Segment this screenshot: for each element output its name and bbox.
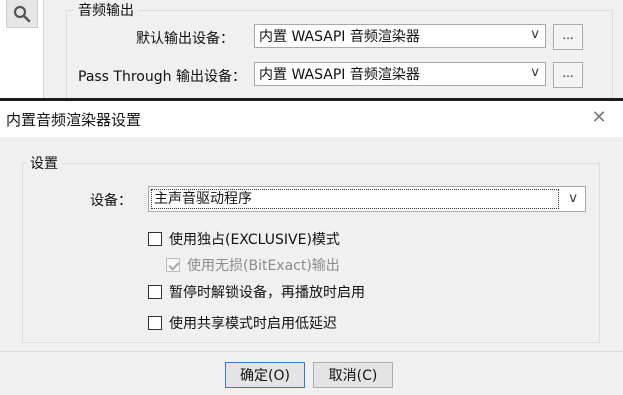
exclusive-mode-checkbox[interactable]: 使用独占(EXCLUSIVE)模式 [148, 229, 340, 249]
settings-group-title: 设置 [26, 153, 62, 173]
low-latency-checkbox[interactable]: 使用共享模式时启用低延迟 [148, 313, 337, 333]
device-select[interactable]: 主声音驱动程序 v [148, 186, 586, 212]
passthrough-output-label: Pass Through 输出设备： [78, 69, 246, 85]
close-icon[interactable]: ✕ [589, 107, 609, 129]
checkbox-box[interactable] [148, 316, 162, 330]
chevron-down-icon: v [531, 27, 539, 42]
audio-output-group-title: 音频输出 [74, 0, 138, 20]
ok-button[interactable]: 确定(O) [225, 362, 305, 388]
dialog-footer: 确定(O) 取消(C) [0, 351, 623, 395]
low-latency-label: 使用共享模式时启用低延迟 [169, 316, 337, 332]
checkbox-box[interactable] [148, 285, 162, 299]
default-output-value: 内置 WASAPI 音频渲染器 [259, 29, 420, 45]
device-label: 设备： [90, 193, 132, 209]
release-device-on-pause-label: 暂停时解锁设备，再播放时启用 [169, 285, 365, 301]
checkbox-box[interactable] [148, 232, 162, 246]
chevron-down-icon: v [531, 65, 539, 80]
search-icon [13, 5, 31, 22]
release-device-on-pause-checkbox[interactable]: 暂停时解锁设备，再播放时启用 [148, 282, 365, 302]
exclusive-mode-label: 使用独占(EXCLUSIVE)模式 [169, 232, 340, 248]
search-button[interactable] [6, 0, 38, 28]
passthrough-output-value: 内置 WASAPI 音频渲染器 [259, 67, 420, 83]
sidebar [0, 0, 44, 98]
audio-output-panel: 音频输出 默认输出设备： 内置 WASAPI 音频渲染器 v ... Pass … [54, 0, 623, 100]
renderer-settings-dialog: 内置音频渲染器设置 ✕ 设置 设备： 主声音驱动程序 v 使用独占(EXCLUS… [0, 98, 623, 395]
bitexact-output-checkbox: 使用无损(BitExact)输出 [166, 255, 340, 275]
bitexact-output-label: 使用无损(BitExact)输出 [187, 258, 340, 274]
device-select-value: 主声音驱动程序 [151, 189, 559, 209]
default-output-select[interactable]: 内置 WASAPI 音频渲染器 v [254, 24, 546, 48]
chevron-down-icon: v [569, 191, 577, 206]
default-output-browse-button[interactable]: ... [553, 24, 583, 50]
passthrough-output-select[interactable]: 内置 WASAPI 音频渲染器 v [254, 62, 546, 86]
default-output-label: 默认输出设备： [136, 31, 234, 47]
dialog-titlebar[interactable]: 内置音频渲染器设置 ✕ [0, 101, 623, 137]
dialog-title: 内置音频渲染器设置 [6, 111, 142, 129]
passthrough-output-browse-button[interactable]: ... [553, 62, 583, 88]
cancel-button[interactable]: 取消(C) [313, 362, 393, 388]
checkbox-box [166, 258, 180, 272]
